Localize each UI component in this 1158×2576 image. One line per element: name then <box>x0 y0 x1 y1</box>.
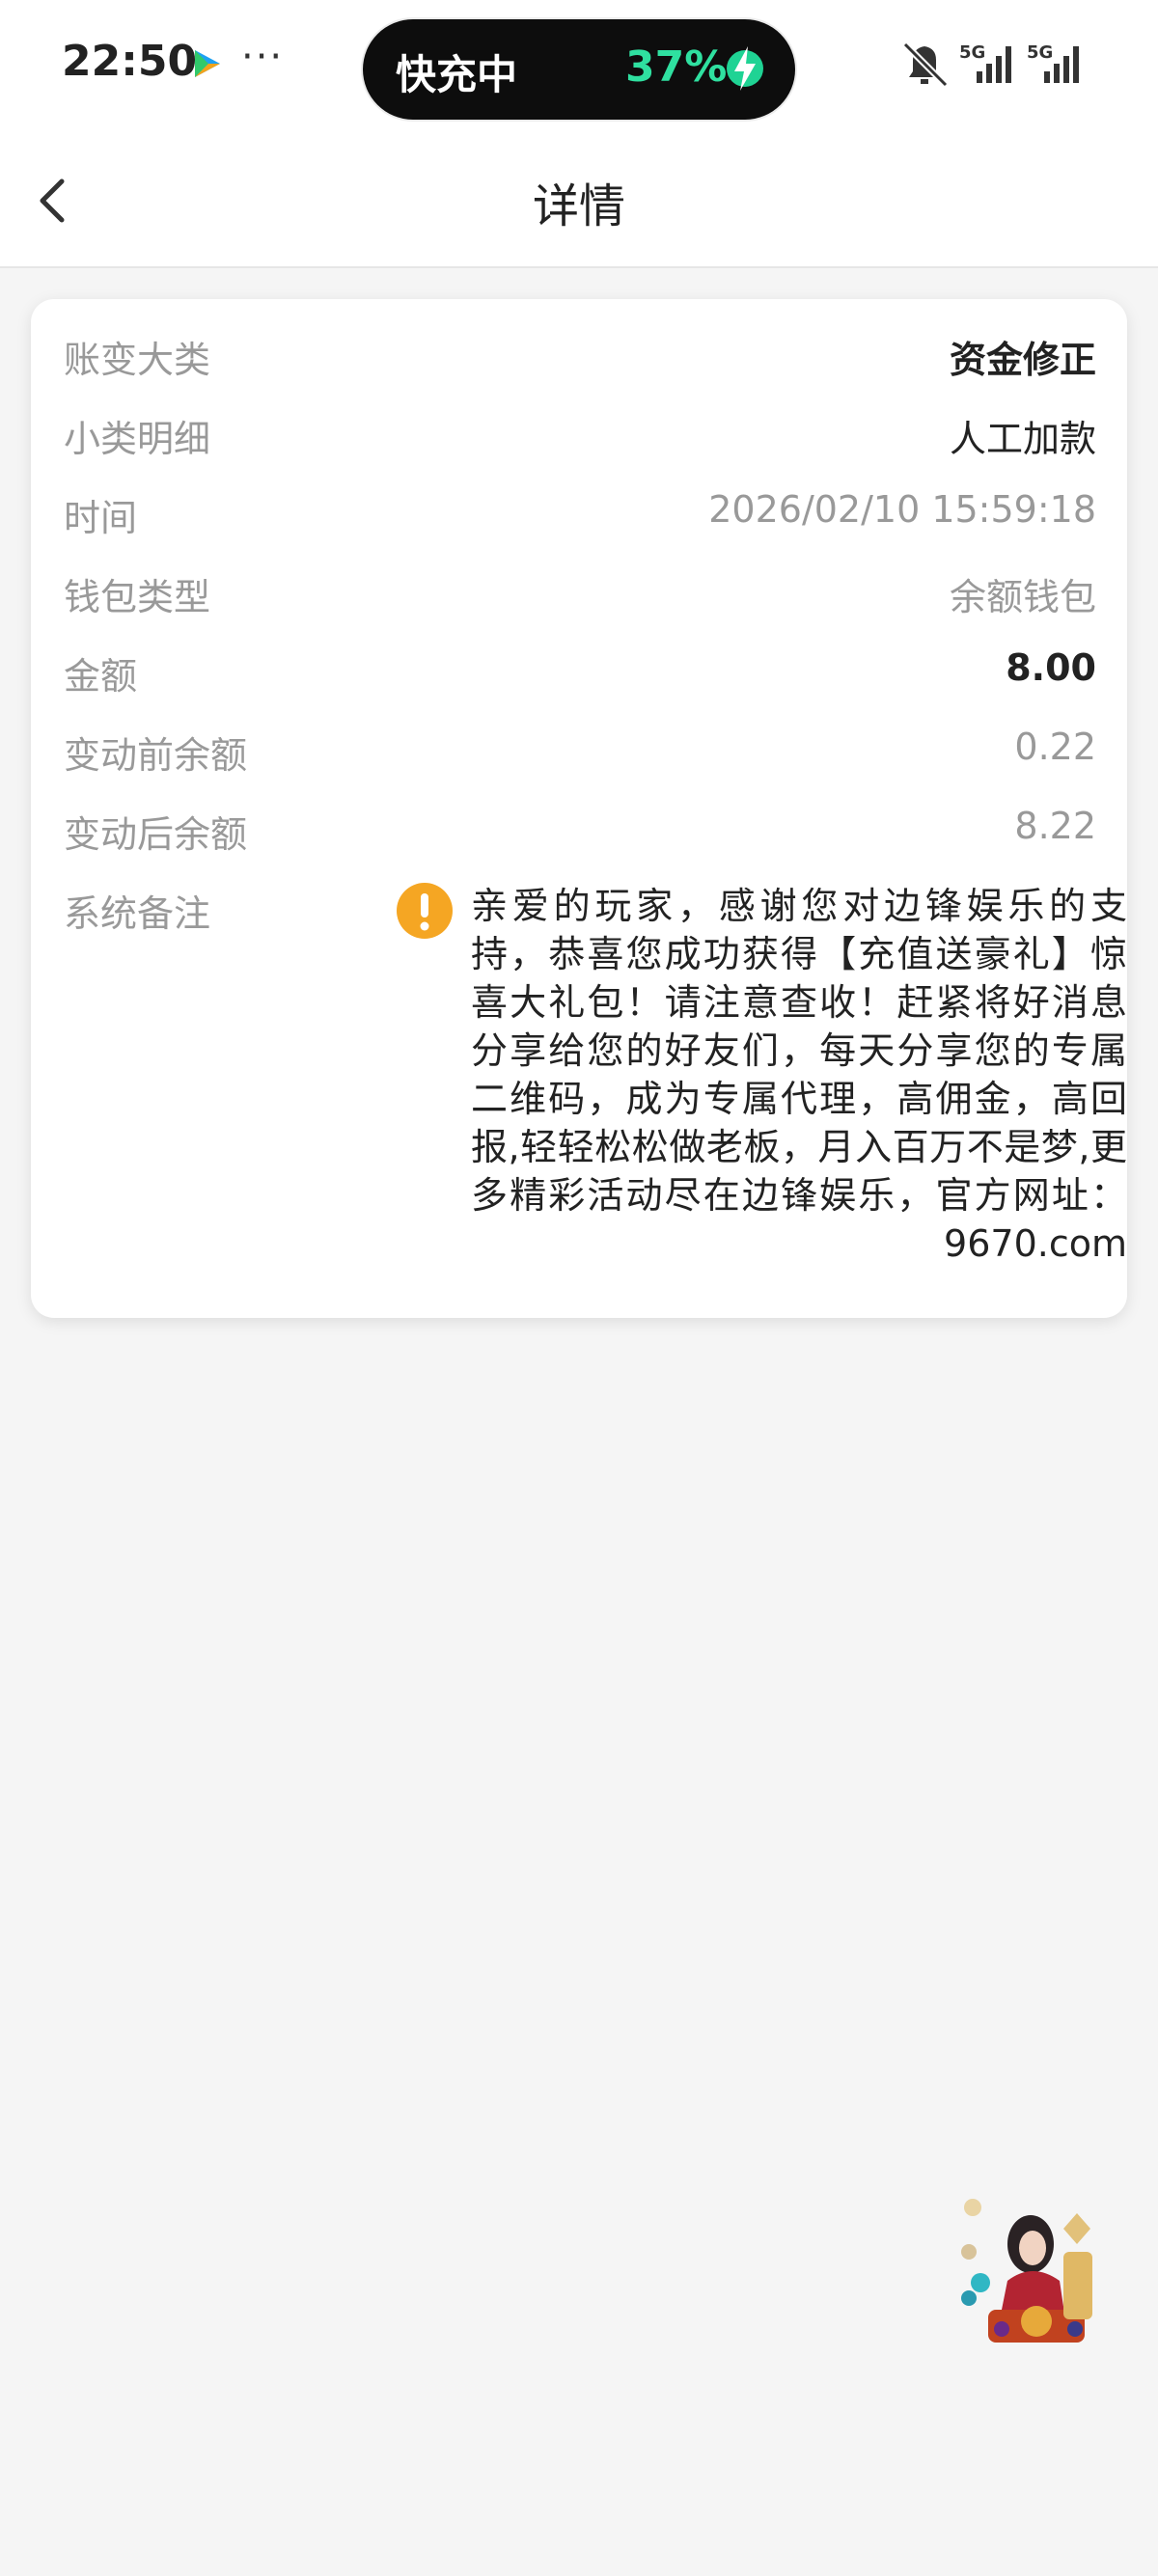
svg-text:5G: 5G <box>959 42 985 63</box>
charging-pill: 快充中 37% <box>363 19 795 120</box>
detail-value: 8.22 <box>1014 805 1096 847</box>
detail-label: 钱包类型 <box>64 576 211 618</box>
status-icons: 5G 5G <box>902 41 1079 88</box>
status-time: 22:50 <box>62 37 198 86</box>
warning-icon <box>397 883 453 939</box>
detail-label: 变动前余额 <box>64 734 248 777</box>
remark-label: 系统备注 <box>64 892 211 935</box>
signal-icon-2: 5G <box>1027 42 1079 83</box>
page-title: 详情 <box>532 179 625 233</box>
more-notifications-icon: ··· <box>241 35 285 79</box>
nav-header: 详情 <box>0 135 1158 268</box>
detail-row-amount: 金额 8.00 <box>64 646 1096 704</box>
detail-row-category: 账变大类 资金修正 <box>64 330 1096 388</box>
detail-label: 变动后余额 <box>64 813 248 856</box>
detail-value: 0.22 <box>1014 726 1096 768</box>
floating-promo-icon[interactable] <box>959 2194 1108 2348</box>
signal-icon-1: 5G <box>959 42 1011 83</box>
charging-bolt-icon <box>727 46 763 91</box>
detail-label: 金额 <box>64 655 138 698</box>
status-bar: 22:50 ··· 快充中 37% 5G 5G <box>0 0 1158 135</box>
detail-row-subcategory: 小类明细 人工加款 <box>64 409 1096 467</box>
detail-label: 时间 <box>64 497 138 539</box>
detail-label: 账变大类 <box>64 339 211 381</box>
detail-value: 余额钱包 <box>949 576 1096 618</box>
remark-text: 亲爱的玩家，感谢您对边锋娱乐的支持，恭喜您成功获得【充值送豪礼】惊喜大礼包！请注… <box>471 885 1127 1265</box>
detail-card: 账变大类 资金修正 小类明细 人工加款 时间 2026/02/10 15:59:… <box>31 299 1127 1318</box>
detail-label: 小类明细 <box>64 418 211 460</box>
detail-value: 人工加款 <box>949 418 1096 460</box>
detail-value: 8.00 <box>1006 646 1096 689</box>
detail-row-balance-after: 变动后余额 8.22 <box>64 805 1096 863</box>
detail-row-time: 时间 2026/02/10 15:59:18 <box>64 488 1096 546</box>
mute-bell-icon <box>902 41 949 88</box>
detail-value: 资金修正 <box>949 339 1096 381</box>
detail-row-balance-before: 变动前余额 0.22 <box>64 726 1096 783</box>
detail-value: 2026/02/10 15:59:18 <box>708 488 1096 531</box>
play-store-icon <box>195 50 220 77</box>
svg-text:5G: 5G <box>1027 42 1053 63</box>
detail-row-wallet-type: 钱包类型 余额钱包 <box>64 567 1096 625</box>
battery-percent: 37% <box>625 42 728 92</box>
charging-label: 快充中 <box>396 51 518 98</box>
